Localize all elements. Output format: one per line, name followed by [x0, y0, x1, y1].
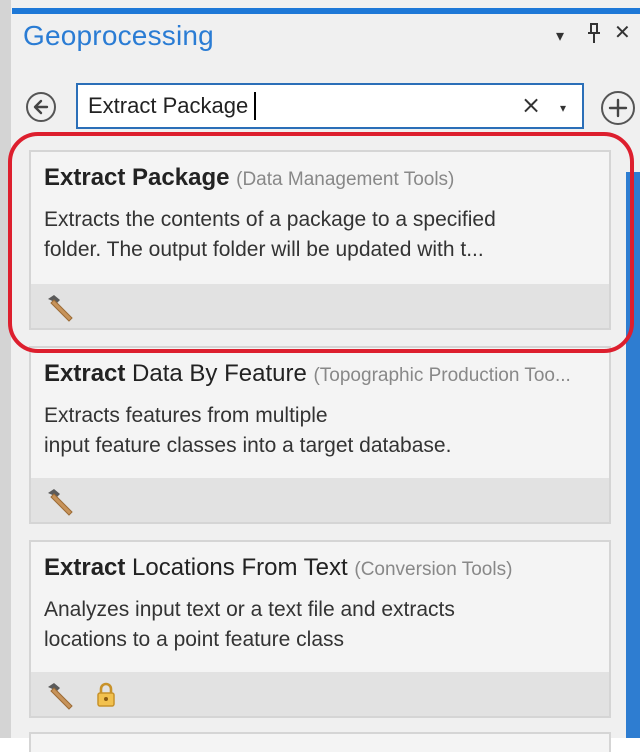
- scrollbar[interactable]: [626, 172, 640, 738]
- options-dropdown-icon[interactable]: ▾: [556, 26, 564, 45]
- search-box: [76, 83, 584, 129]
- arrow-left-icon: [33, 99, 49, 115]
- result-title-rest: Locations From Text: [125, 554, 348, 581]
- left-panel-edge: [0, 0, 11, 738]
- description-line: Analyzes input text or a text file and e…: [44, 598, 455, 621]
- result-description: Extracts features from multiple input fe…: [44, 401, 604, 461]
- result-title-rest: Data By Feature: [125, 360, 307, 387]
- result-toolbox: (Topographic Production Too...: [313, 365, 571, 386]
- back-button[interactable]: [26, 92, 56, 122]
- result-card-partial[interactable]: [29, 732, 611, 752]
- result-card[interactable]: Extract Data By Feature (Topographic Pro…: [29, 346, 611, 524]
- lock-icon: [95, 682, 117, 712]
- add-button[interactable]: [601, 91, 635, 125]
- description-line: Extracts the contents of a package to a …: [44, 208, 496, 231]
- description-line: folder. The output folder will be update…: [44, 238, 484, 261]
- result-description: Analyzes input text or a text file and e…: [44, 595, 604, 655]
- clear-search-icon[interactable]: ×: [521, 91, 541, 119]
- search-dropdown-icon[interactable]: ▾: [560, 101, 566, 115]
- plus-icon: [608, 98, 628, 118]
- description-line: Extracts features from multiple: [44, 404, 328, 427]
- result-footer: [31, 478, 609, 522]
- result-toolbox: (Data Management Tools): [236, 169, 455, 190]
- result-footer: [31, 284, 609, 328]
- hammer-icon: [43, 486, 75, 520]
- hammer-icon: [43, 680, 75, 714]
- result-description: Extracts the contents of a package to a …: [44, 205, 604, 265]
- result-title: Extract Data By Feature (Topographic Pro…: [44, 360, 609, 388]
- description-line: locations to a point feature class: [44, 628, 345, 651]
- close-icon[interactable]: ✕: [614, 20, 631, 44]
- pane-title: Geoprocessing: [23, 20, 214, 51]
- result-title: Extract Locations From Text (Conversion …: [44, 554, 609, 582]
- search-input[interactable]: [88, 91, 508, 121]
- result-title: Extract Package (Data Management Tools): [44, 164, 609, 192]
- result-card[interactable]: Extract Package (Data Management Tools) …: [29, 150, 611, 330]
- text-cursor: [254, 92, 256, 120]
- description-line: input feature classes into a target data…: [44, 434, 452, 457]
- pane-accent-bar: [12, 8, 640, 14]
- result-title-bold: Extract Package: [44, 164, 230, 191]
- result-title-bold: Extract: [44, 360, 126, 387]
- result-title-bold: Extract: [44, 554, 126, 581]
- result-footer: [31, 672, 609, 716]
- result-card[interactable]: Extract Locations From Text (Conversion …: [29, 540, 611, 718]
- hammer-icon: [43, 292, 75, 326]
- pin-icon[interactable]: [586, 22, 602, 49]
- result-toolbox: (Conversion Tools): [354, 559, 513, 580]
